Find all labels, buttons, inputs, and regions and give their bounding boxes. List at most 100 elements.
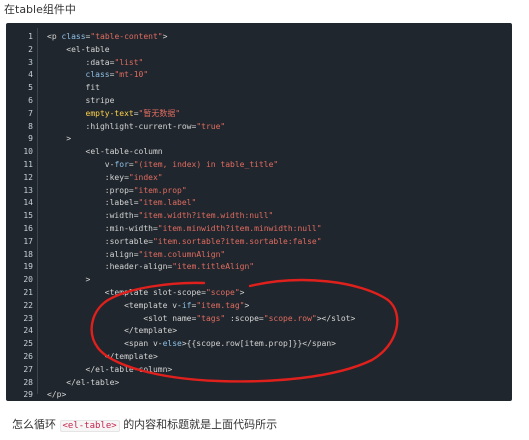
- line-number: 25: [23, 339, 33, 349]
- line-number: 4: [28, 70, 33, 80]
- inline-code-el-table: <el-table>: [59, 420, 120, 432]
- code-token: empty-text: [85, 108, 134, 118]
- code-token: <el-table: [47, 44, 110, 54]
- code-token: >: [244, 300, 250, 310]
- code-token: :sortable=: [47, 236, 153, 246]
- outro-text: 怎么循环 <el-table> 的内容和标题就是上面代码所示: [12, 418, 277, 433]
- line-number: 27: [23, 364, 33, 374]
- code-token: :scope=: [225, 313, 264, 323]
- code-token: "item.width?item.width:null": [138, 211, 274, 221]
- line-number: 17: [23, 236, 33, 246]
- code-line: empty-text="暂无数据": [47, 108, 181, 121]
- code-token: <el-table-column: [47, 147, 163, 157]
- code-token: "true": [196, 121, 226, 131]
- code-token: <template slot-scope=: [47, 288, 206, 297]
- code-line: <template v-if="item.tag">: [47, 300, 249, 313]
- code-token: "item.titleAlign": [172, 262, 255, 272]
- line-number: 20: [23, 275, 33, 285]
- line-number: 28: [23, 377, 33, 387]
- code-token: <span v-: [47, 339, 163, 349]
- code-token: "item.prop": [133, 185, 187, 195]
- code-token: v-: [47, 160, 115, 169]
- code-token: for: [114, 160, 129, 169]
- line-number: 8: [28, 121, 33, 131]
- outro-text-before: 怎么循环: [12, 418, 56, 431]
- code-token: <slot name=: [47, 313, 197, 323]
- code-token: >: [47, 275, 91, 285]
- code-token: >: [162, 32, 168, 41]
- line-number: 26: [23, 352, 33, 361]
- code-token: if: [181, 300, 192, 310]
- code-token: ></slot>: [316, 313, 356, 323]
- code-token: "scope": [205, 288, 240, 297]
- code-token: <p: [47, 32, 62, 41]
- line-number: 11: [23, 160, 33, 169]
- code-line: </el-table-column>: [47, 364, 173, 377]
- code-token: :label=: [47, 198, 139, 208]
- code-line: <el-table: [47, 44, 110, 57]
- code-line: stripe: [47, 95, 115, 108]
- code-line: :label="item.label": [47, 197, 197, 210]
- code-token: "暂无数据": [138, 108, 181, 118]
- line-number: 21: [23, 288, 33, 297]
- code-token: :data=: [47, 57, 115, 67]
- code-token: :header-align=: [47, 262, 173, 272]
- code-line: fit: [47, 82, 100, 95]
- code-block: 1 2 3 4 5 6 7 8 9 10 11 12 13 14 15 16 17 18 19 20 21 22 23 24 2…: [6, 23, 512, 401]
- intro-text: 在table组件中: [4, 3, 76, 16]
- line-number: 2: [28, 44, 33, 54]
- code-line: <el-table-column: [47, 146, 163, 159]
- code-line: </el-table>: [47, 377, 119, 390]
- code-line: </p>: [47, 389, 66, 401]
- code-token: "list": [114, 57, 144, 67]
- code-line: >: [47, 133, 71, 146]
- code-line: </template>: [47, 325, 177, 338]
- code-line: v-for="(item, index) in table_title": [47, 159, 278, 172]
- line-number: 10: [23, 147, 33, 157]
- line-number: 7: [28, 108, 33, 118]
- code-line: class="mt-10": [47, 69, 149, 82]
- line-number: 15: [23, 211, 33, 221]
- line-number: 12: [23, 172, 33, 182]
- code-token: </template>: [47, 326, 178, 336]
- code-line: <p class="table-content">: [47, 31, 167, 44]
- code-token: class: [61, 32, 86, 41]
- line-number: 24: [23, 326, 33, 336]
- code-line: :min-width="item.minwidth?item.minwidth:…: [47, 223, 322, 236]
- code-line: </template>: [47, 351, 158, 364]
- code-token: >: [47, 134, 72, 144]
- line-number: 19: [23, 262, 33, 272]
- code-token: "item.tag": [196, 300, 245, 310]
- code-line: :key="index": [47, 172, 163, 185]
- outro-text-after: 的内容和标题就是上面代码所示: [123, 418, 278, 431]
- code-token: "item.columnAlign": [138, 249, 226, 259]
- code-token: fit: [47, 83, 100, 93]
- code-token: :min-width=: [47, 224, 158, 233]
- code-token: "(item, index) in table_title": [133, 160, 279, 169]
- code-line: :align="item.columnAlign": [47, 249, 225, 262]
- code-token: :width=: [47, 211, 139, 221]
- code-token: else: [162, 339, 182, 349]
- line-number: 3: [28, 57, 33, 67]
- line-number: 16: [23, 224, 33, 233]
- code-token: </p>: [47, 390, 67, 400]
- code-line: <slot name="tags" :scope="scope.row"></s…: [47, 313, 355, 326]
- code-line: :highlight-current-row="true": [47, 121, 226, 134]
- code-line: <span v-else>{{scope.row[item.prop]}}</s…: [47, 338, 336, 351]
- code-token: <template v-: [47, 300, 182, 310]
- code-token: "item.label": [138, 198, 197, 208]
- code-token: >: [239, 288, 245, 297]
- code-line: :header-align="item.titleAlign": [47, 261, 254, 274]
- code-line: :width="item.width?item.width:null": [47, 210, 274, 223]
- code-line: :sortable="item.sortable?item.sortable:f…: [47, 236, 322, 249]
- code-token: "tags": [196, 313, 226, 323]
- code-token: "scope.row": [263, 313, 317, 323]
- line-number: 13: [23, 185, 33, 195]
- line-number: 9: [28, 134, 33, 144]
- code-token: "mt-10": [114, 70, 149, 80]
- line-number: 22: [23, 300, 33, 310]
- code-token: "index": [128, 172, 163, 182]
- code-line: <template slot-scope="scope">: [47, 287, 245, 300]
